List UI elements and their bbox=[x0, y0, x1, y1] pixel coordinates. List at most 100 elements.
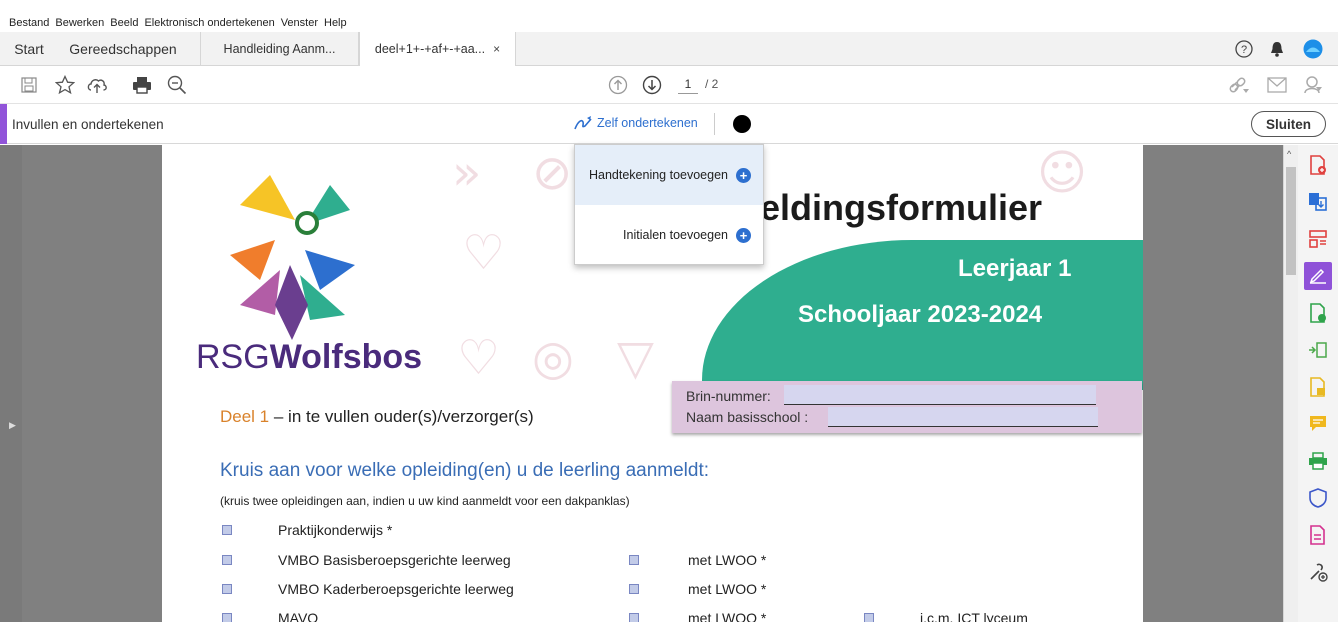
toolbar-separator bbox=[714, 113, 715, 135]
brin-field[interactable] bbox=[784, 385, 1096, 405]
tab-bar: Start Gereedschappen Handleiding Aanm...… bbox=[0, 32, 1338, 67]
brin-box: Brin-nummer: Naam basisschool : bbox=[672, 381, 1142, 433]
save-icon[interactable] bbox=[18, 74, 40, 96]
star-icon[interactable] bbox=[54, 74, 76, 96]
combine-files-tool-icon[interactable] bbox=[1304, 188, 1332, 216]
protect-tool-icon[interactable] bbox=[1304, 484, 1332, 512]
right-tools-panel bbox=[1298, 145, 1338, 622]
school-name-label: Naam basisschool : bbox=[686, 409, 809, 425]
school-year-label: Schooljaar 2023-2024 bbox=[798, 301, 1043, 328]
print-production-tool-icon[interactable] bbox=[1304, 447, 1332, 475]
menu-help[interactable]: Help bbox=[324, 17, 347, 29]
send-for-signature-tool-icon[interactable] bbox=[1304, 373, 1332, 401]
next-page-icon[interactable] bbox=[641, 74, 663, 96]
tab-start[interactable]: Start bbox=[8, 32, 50, 66]
organize-pages-tool-icon[interactable] bbox=[1304, 225, 1332, 253]
mail-icon[interactable] bbox=[1266, 74, 1288, 96]
fill-sign-bar: Invullen en ondertekenen Zelf onderteken… bbox=[0, 104, 1338, 144]
target-deco-icon: ◎ bbox=[532, 330, 574, 386]
help-icon[interactable]: ? bbox=[1233, 38, 1255, 60]
logo-text: RSGWolfsbos bbox=[196, 338, 423, 376]
menu-bar: Bestand Bewerken Beeld Elektronisch onde… bbox=[0, 0, 1338, 32]
option-label: MAVO bbox=[278, 610, 319, 622]
add-initials-item[interactable]: Initialen toevoegen + bbox=[575, 205, 763, 265]
rsg-wolfsbos-logo bbox=[220, 165, 360, 345]
avatar[interactable] bbox=[1302, 38, 1324, 60]
arrows-deco-icon: » bbox=[452, 145, 482, 201]
lwoo-label: met LWOO * bbox=[688, 610, 767, 622]
sign-yourself-label: Zelf ondertekenen bbox=[597, 116, 698, 130]
school-name-field[interactable] bbox=[828, 407, 1098, 427]
lwoo-label: met LWOO * bbox=[688, 552, 767, 568]
compress-pdf-tool-icon[interactable] bbox=[1304, 336, 1332, 364]
comment-tool-icon[interactable] bbox=[1304, 410, 1332, 438]
export-pdf-tool-icon[interactable] bbox=[1304, 299, 1332, 327]
option-label: VMBO Kaderberoepsgerichte leerweg bbox=[278, 581, 514, 597]
sign-dropdown-menu: Handtekening toevoegen + Initialen toevo… bbox=[574, 144, 764, 265]
viewer-margin bbox=[1143, 145, 1283, 622]
checkbox-mavo[interactable] bbox=[222, 613, 232, 622]
previous-page-icon[interactable] bbox=[607, 74, 629, 96]
add-signature-label: Handtekening toevoegen bbox=[588, 168, 728, 182]
close-button[interactable]: Sluiten bbox=[1251, 111, 1326, 137]
create-pdf-tool-icon[interactable] bbox=[1304, 151, 1332, 179]
checkbox-praktijkonderwijs[interactable] bbox=[222, 525, 232, 535]
fill-sign-title: Invullen en ondertekenen bbox=[12, 117, 164, 132]
checkbox-vmbo-kader[interactable] bbox=[222, 584, 232, 594]
add-signature-plus-icon: + bbox=[736, 167, 751, 183]
grade-label: Leerjaar 1 bbox=[958, 255, 1072, 282]
page-number-input[interactable]: 1 bbox=[678, 74, 698, 94]
checkbox-vmbo-basis-lwoo[interactable] bbox=[629, 555, 639, 565]
bulb-deco-icon: ♡ bbox=[462, 225, 506, 281]
menu-bewerken[interactable]: Bewerken bbox=[55, 17, 104, 29]
add-initials-label: Initialen toevoegen bbox=[623, 228, 728, 242]
menu-bestand[interactable]: Bestand bbox=[9, 17, 49, 29]
checkbox-mavo-ict[interactable] bbox=[864, 613, 874, 622]
smiley-deco-icon: ☺ bbox=[1037, 145, 1088, 201]
color-picker-dot[interactable] bbox=[733, 115, 751, 133]
tab-tools[interactable]: Gereedschappen bbox=[64, 32, 182, 66]
leaf-deco-icon: ⊘ bbox=[532, 145, 573, 201]
part-heading: Deel 1 – in te vullen ouder(s)/verzorger… bbox=[220, 407, 534, 426]
brin-label: Brin-nummer: bbox=[686, 388, 771, 404]
vertical-scrollbar[interactable]: ^ bbox=[1283, 145, 1298, 622]
tab-document-1[interactable]: Handleiding Aanm... bbox=[200, 32, 359, 66]
lwoo-label: met LWOO * bbox=[688, 581, 767, 597]
tab-document-2-label: deel+1+-+af+-+aa... bbox=[374, 42, 486, 56]
fill-sign-tool-icon[interactable] bbox=[1304, 262, 1332, 290]
option-label: Praktijkonderwijs * bbox=[278, 522, 393, 538]
main-toolbar: 1 / 2 bbox=[0, 66, 1338, 104]
scroll-up-icon[interactable]: ^ bbox=[1287, 149, 1291, 159]
left-panel-toggle[interactable]: ▶ bbox=[0, 145, 22, 622]
tab-document-2[interactable]: deel+1+-+af+-+aa... × bbox=[359, 32, 516, 67]
checkbox-vmbo-basis[interactable] bbox=[222, 555, 232, 565]
menu-beeld[interactable]: Beeld bbox=[110, 17, 138, 29]
shield-deco-icon: ▽ bbox=[617, 330, 654, 386]
add-initials-plus-icon: + bbox=[736, 227, 751, 243]
scroll-thumb[interactable] bbox=[1286, 167, 1296, 275]
close-tab-icon[interactable]: × bbox=[493, 42, 500, 56]
menu-elektronisch-ondertekenen[interactable]: Elektronisch ondertekenen bbox=[144, 17, 274, 29]
sign-yourself-button[interactable]: Zelf ondertekenen bbox=[573, 115, 698, 131]
expand-arrow-icon: ▶ bbox=[9, 420, 16, 430]
share-user-icon[interactable] bbox=[1302, 74, 1324, 96]
bell-icon[interactable] bbox=[1266, 38, 1288, 60]
add-signature-item[interactable]: Handtekening toevoegen + bbox=[575, 145, 763, 205]
options-heading: Kruis aan voor welke opleiding(en) u de … bbox=[220, 460, 710, 481]
ict-label: i.c.m. ICT lyceum bbox=[920, 610, 1028, 622]
edit-pdf-tool-icon[interactable] bbox=[1304, 521, 1332, 549]
upload-cloud-icon[interactable] bbox=[86, 74, 108, 96]
checkbox-mavo-lwoo[interactable] bbox=[629, 613, 639, 622]
menu-venster[interactable]: Venster bbox=[281, 17, 318, 29]
form-title: eldingsformulier bbox=[760, 187, 1043, 228]
more-tools-icon[interactable] bbox=[1304, 558, 1332, 586]
checkbox-vmbo-kader-lwoo[interactable] bbox=[629, 584, 639, 594]
print-icon[interactable] bbox=[131, 74, 153, 96]
link-icon[interactable] bbox=[1228, 74, 1250, 96]
zoom-out-icon[interactable] bbox=[166, 74, 188, 96]
heart-deco-icon: ♡ bbox=[457, 330, 501, 386]
svg-text:?: ? bbox=[1241, 44, 1247, 56]
option-label: VMBO Basisberoepsgerichte leerweg bbox=[278, 552, 511, 568]
tool-accent-bar bbox=[0, 104, 7, 144]
page-total: / 2 bbox=[705, 77, 719, 91]
